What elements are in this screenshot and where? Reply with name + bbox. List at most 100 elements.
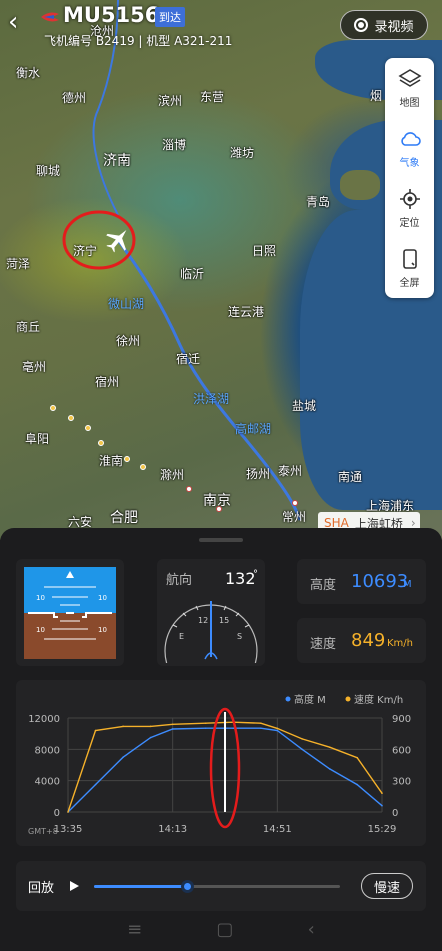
locate-icon xyxy=(399,189,420,209)
map-layer-button[interactable]: 地图 xyxy=(385,58,434,118)
heading-label: 航向 xyxy=(166,573,193,588)
status-badge: 到达 xyxy=(155,7,185,27)
place-label: 菏泽 xyxy=(6,257,31,271)
altitude-speed-chart-card[interactable]: 高度 M 速度 Km/h 12000 8000 4000 0 900 600 300 0 13:35… xyxy=(16,680,426,846)
compass-dial: E 12 15 S xyxy=(164,601,258,663)
data-point xyxy=(122,725,124,728)
y-left-tick: 0 xyxy=(54,808,60,819)
place-label: 徐州 xyxy=(116,334,141,348)
city-dot xyxy=(186,486,192,492)
layers-icon xyxy=(397,69,422,87)
lake-label: 高邮湖 xyxy=(235,422,272,436)
data-point xyxy=(122,756,124,758)
cloud-icon xyxy=(400,132,421,146)
menu-icon[interactable]: ≡ xyxy=(127,919,142,940)
data-point xyxy=(276,729,279,732)
aircraft-info: 飞机编号 B2419 | 机型 A321-211 xyxy=(44,34,233,48)
playback-track[interactable] xyxy=(94,880,340,893)
playback-progress xyxy=(94,885,188,888)
weather-layer-button[interactable]: 气象 xyxy=(385,118,434,178)
altitude-speed-chart[interactable]: 高度 M 速度 Km/h 12000 8000 4000 0 900 600 300 0 13:35… xyxy=(16,680,426,846)
playback-thumb[interactable] xyxy=(181,880,195,893)
place-label: 聊城 xyxy=(36,164,61,178)
data-point xyxy=(301,748,303,751)
place-label: 日照 xyxy=(252,244,277,258)
back-nav-icon[interactable]: ‹ xyxy=(308,919,315,940)
dial-label: S xyxy=(237,632,242,641)
place-label: 宿迁 xyxy=(176,352,201,366)
place-label: 阜阳 xyxy=(25,432,50,446)
speed-value: 849 xyxy=(351,630,386,651)
attitude-indicator-card: 10 10 10 10 xyxy=(16,559,124,666)
airport-dot xyxy=(124,456,130,462)
place-label: 合肥 xyxy=(110,510,138,526)
place-label: 常州 xyxy=(282,510,307,524)
place-label: 淮南 xyxy=(99,454,124,468)
flight-number: MU5156 xyxy=(63,3,160,27)
speed-unit: Km/h xyxy=(387,638,414,649)
data-point xyxy=(356,783,359,786)
place-label: 临沂 xyxy=(180,267,205,281)
place-label: 烟 xyxy=(370,89,383,103)
x-tick: 15:29 xyxy=(368,824,397,835)
place-label: 东营 xyxy=(200,90,225,104)
flight-info-panel: 10 10 10 10 航向 132 ° E 12 15 S 高度 10693 … xyxy=(0,528,442,951)
playback-speed-button[interactable]: 慢速 xyxy=(361,873,413,899)
x-tick: 14:13 xyxy=(158,824,187,835)
pitch-label: 10 xyxy=(98,594,107,602)
city-dot xyxy=(216,506,222,512)
airport-dot xyxy=(140,464,146,470)
system-nav-bar: ≡ ▢ ‹ xyxy=(0,908,442,951)
speed-card: 速度 849 Km/h xyxy=(297,618,426,663)
drag-handle[interactable] xyxy=(199,538,243,542)
place-label: 衡水 xyxy=(16,66,41,80)
dial-label: 12 xyxy=(198,616,208,625)
data-point xyxy=(328,768,331,770)
flight-route xyxy=(62,0,302,521)
y-left-tick: 8000 xyxy=(35,745,60,756)
data-point xyxy=(94,729,97,732)
place-label: 滁州 xyxy=(160,468,185,482)
flight-map[interactable]: 沧州 衡水 德州 滨州 东营 烟 济南 淄博 潍坊 聊城 青岛 济宁 菏泽 临沂… xyxy=(0,0,442,540)
data-point xyxy=(67,811,69,813)
y-right-tick: 900 xyxy=(392,714,411,725)
lake-label: 微山湖 xyxy=(108,297,145,311)
app-root: 沧州 衡水 德州 滨州 东营 烟 济南 淄博 潍坊 聊城 青岛 济宁 菏泽 临沂… xyxy=(0,0,442,951)
place-label: 淄博 xyxy=(162,138,187,152)
fullscreen-button[interactable]: 全屏 xyxy=(385,238,434,298)
locate-button[interactable]: 定位 xyxy=(385,178,434,238)
speed-label: 速度 xyxy=(310,637,337,652)
airline-logo xyxy=(41,12,59,22)
place-label: 德州 xyxy=(62,91,87,105)
place-label: 泰州 xyxy=(278,464,303,478)
airport-dot xyxy=(85,425,91,431)
pitch-label: 10 xyxy=(36,626,45,634)
record-label: 录视频 xyxy=(374,19,414,35)
dial-label: 15 xyxy=(219,616,229,625)
place-label: 滨州 xyxy=(158,94,183,108)
heading-unit: ° xyxy=(253,569,258,580)
playback-bar: 回放 慢速 xyxy=(16,861,426,911)
y-left-tick: 12000 xyxy=(28,714,60,725)
data-point xyxy=(149,725,152,728)
place-label: 扬州 xyxy=(246,467,271,481)
play-icon[interactable] xyxy=(68,880,80,892)
record-icon xyxy=(354,18,369,32)
legend-label: 高度 M xyxy=(294,693,326,706)
airport-dot xyxy=(98,440,104,446)
record-video-button[interactable]: 录视频 xyxy=(340,10,428,40)
place-label: 济宁 xyxy=(73,244,98,258)
attitude-indicator: 10 10 10 10 xyxy=(24,567,116,659)
place-label: 商丘 xyxy=(16,320,41,334)
altitude-card: 高度 10693 M xyxy=(297,559,426,604)
fullscreen-icon xyxy=(402,249,417,269)
x-tick: 13:35 xyxy=(54,824,83,835)
home-icon[interactable]: ▢ xyxy=(216,919,233,940)
place-label: 盐城 xyxy=(292,399,317,413)
data-point xyxy=(171,728,174,730)
back-button[interactable]: ‹ xyxy=(8,8,30,38)
place-label: 青岛 xyxy=(306,195,331,209)
data-point xyxy=(171,723,174,726)
data-point xyxy=(232,727,235,729)
tool-label: 全屏 xyxy=(399,278,420,289)
